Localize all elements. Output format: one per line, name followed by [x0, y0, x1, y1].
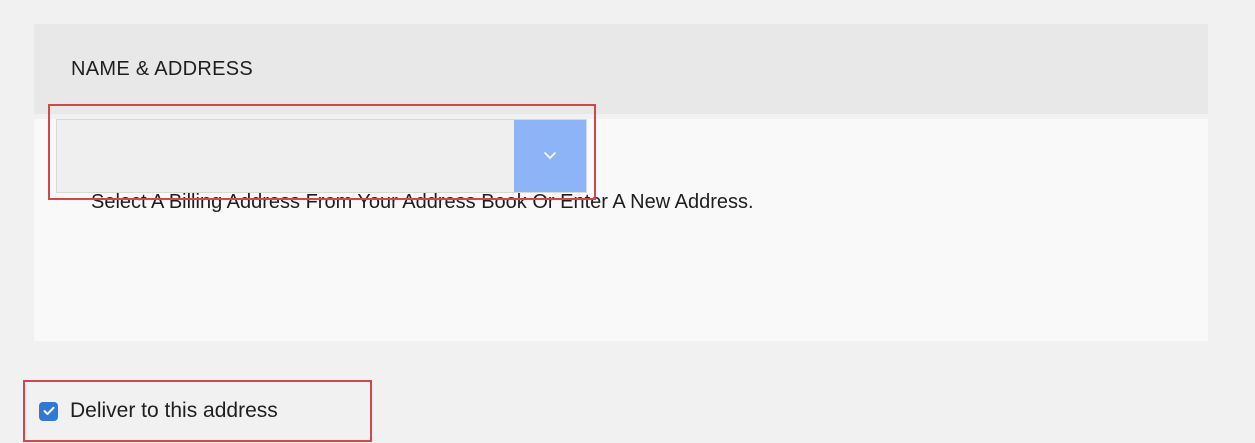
- chevron-down-icon: [544, 152, 556, 159]
- billing-address-select[interactable]: [56, 119, 587, 193]
- select-toggle-button[interactable]: [514, 120, 586, 192]
- deliver-to-address-checkbox[interactable]: [39, 401, 58, 421]
- checkout-page: NAME & ADDRESS Select A Billing Address …: [0, 0, 1255, 443]
- checkmark-icon: [43, 406, 54, 415]
- billing-address-select-value: [57, 120, 514, 192]
- deliver-to-address-label: Deliver to this address: [70, 399, 278, 422]
- section-title: NAME & ADDRESS: [71, 57, 254, 80]
- section-header: NAME & ADDRESS: [34, 24, 1208, 114]
- deliver-to-address-option[interactable]: Deliver to this address: [39, 398, 278, 424]
